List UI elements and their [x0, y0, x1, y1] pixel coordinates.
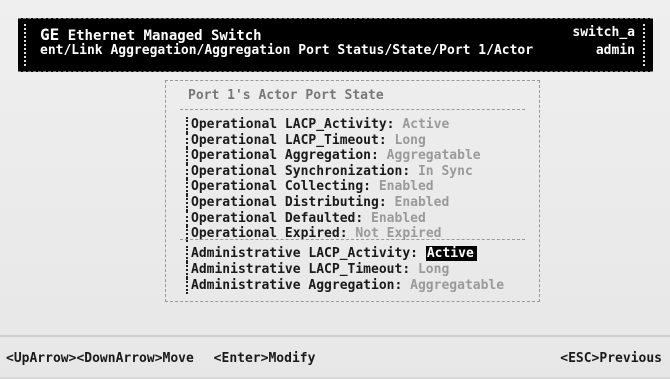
operational-collecting-value: Enabled — [378, 179, 434, 195]
operational-lacp-activity: Operational LACP_Activity: Active — [186, 117, 481, 133]
key-hints: <UpArrow><DownArrow>Move <Enter>Modify — [6, 351, 327, 366]
operational-defaulted-value: Enabled — [371, 210, 426, 226]
administrative-aggregation-value[interactable]: Aggregatable — [410, 278, 504, 293]
hostname: switch_a — [572, 25, 635, 40]
administrative-lacp-activity[interactable]: Administrative LACP_Activity: Active — [186, 246, 504, 262]
administrative-lacp-activity-value[interactable]: Active — [425, 246, 477, 261]
operational-aggregation: Operational Aggregation: Aggregatable — [186, 148, 481, 164]
operational-synchronization-value: In Sync — [417, 163, 473, 179]
title-bar-border-right — [643, 24, 647, 66]
operational-aggregation-value: Aggregatable — [386, 148, 481, 164]
title-bar-border-left — [24, 24, 28, 66]
app-title: GE Ethernet Managed Switch — [40, 25, 262, 44]
operational-lacp-timeout: Operational LACP_Timeout: Long — [186, 132, 481, 149]
operational-defaulted: Operational Defaulted: Enabled — [186, 210, 481, 227]
key-hint-bar: <UpArrow><DownArrow>Move <Enter>Modify <… — [0, 335, 670, 379]
administrative-list: Administrative LACP_Activity: Active Adm… — [186, 246, 504, 294]
operational-lacp-timeout-value: Long — [394, 132, 426, 148]
port-state-dialog: Port 1's Actor Port State Operational LA… — [165, 80, 540, 302]
administrative-lacp-timeout-value[interactable]: Long — [418, 262, 449, 277]
operational-collecting: Operational Collecting: Enabled — [186, 179, 481, 195]
modify-hint: <Enter>Modify — [213, 351, 316, 366]
operational-list: Operational LACP_Activity: Active Operat… — [186, 117, 481, 242]
operational-distributing: Operational Distributing: Enabled — [186, 194, 481, 211]
administrative-lacp-timeout[interactable]: Administrative LACP_Timeout: Long — [186, 262, 504, 278]
operational-distributing-value: Enabled — [394, 194, 450, 210]
product-title: Ethernet Managed Switch — [67, 28, 262, 44]
current-user: admin — [595, 43, 635, 58]
breadcrumb: ent/Link Aggregation/Aggregation Port St… — [40, 43, 534, 58]
administrative-aggregation[interactable]: Administrative Aggregation: Aggregatable — [186, 278, 504, 294]
brand-logo: GE — [40, 25, 60, 44]
title-bar: GE Ethernet Managed Switch ent/Link Aggr… — [18, 18, 653, 72]
operational-lacp-activity-value: Active — [402, 117, 450, 132]
previous-hint: <ESC>Previous — [560, 351, 662, 366]
move-hint: <UpArrow><DownArrow>Move — [6, 351, 194, 366]
section-divider — [180, 239, 525, 240]
dialog-title: Port 1's Actor Port State — [188, 88, 384, 103]
operational-synchronization: Operational Synchronization: In Sync — [186, 163, 481, 180]
dialog-title-divider — [180, 109, 525, 110]
terminal-screen: GE Ethernet Managed Switch ent/Link Aggr… — [0, 0, 670, 377]
